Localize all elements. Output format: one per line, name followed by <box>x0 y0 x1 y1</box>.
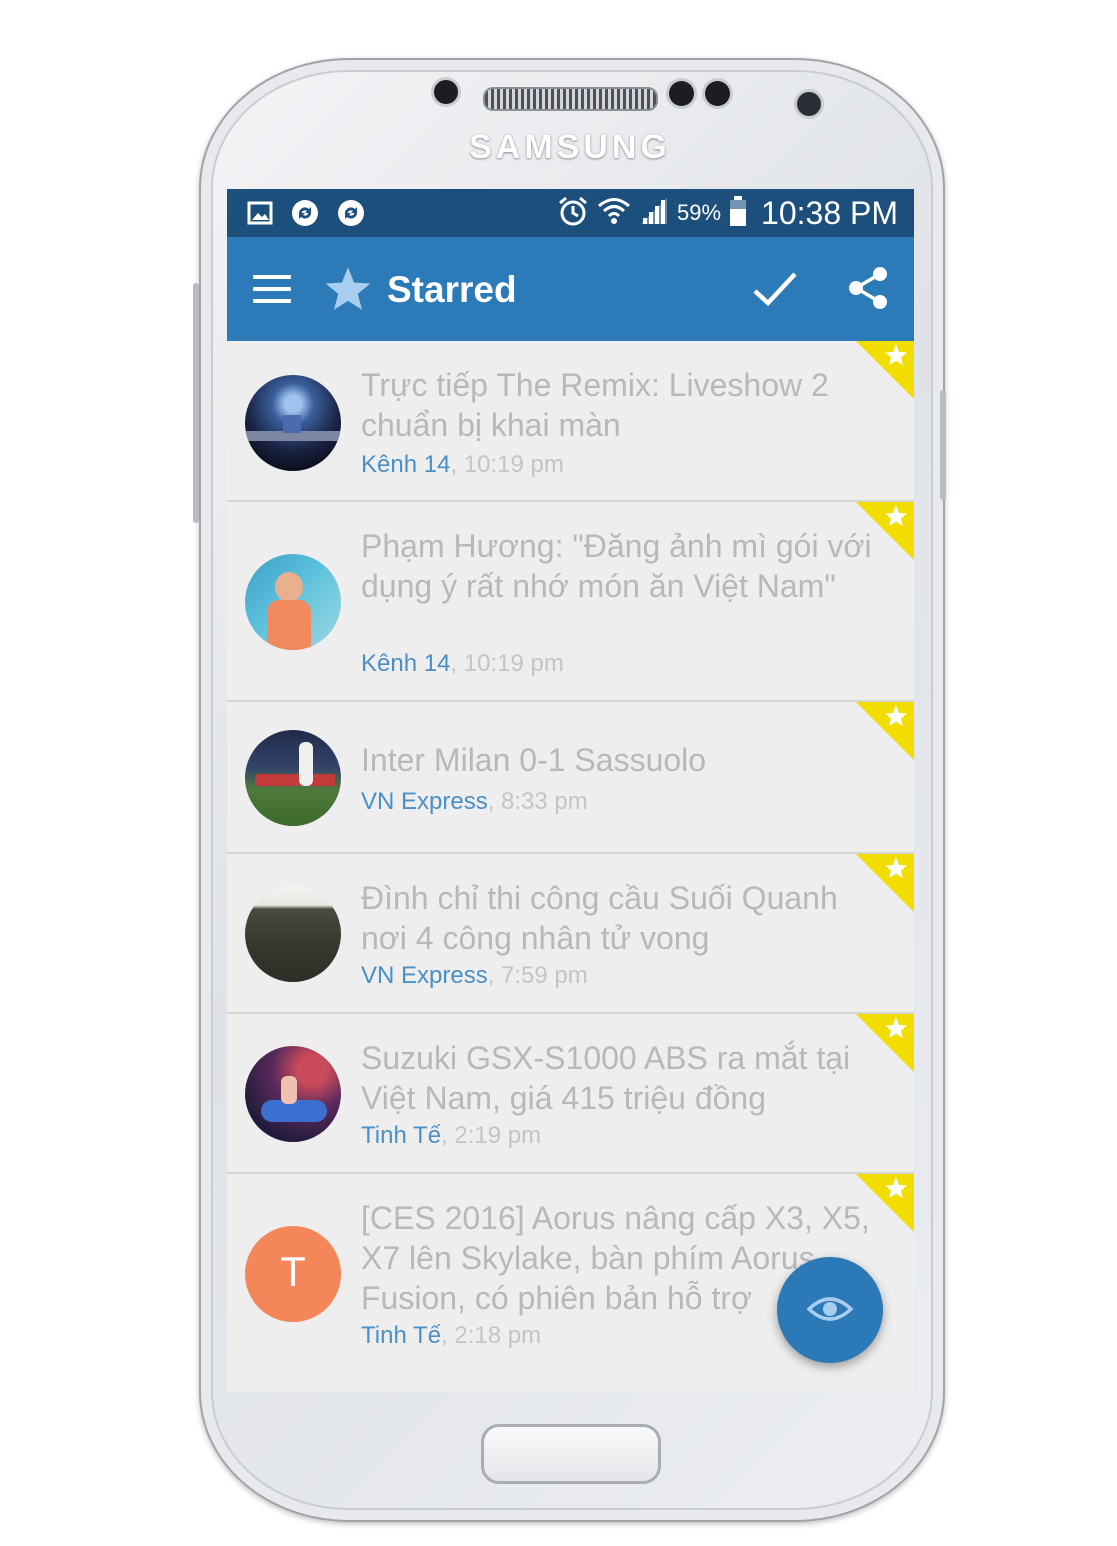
avatar-initial: T <box>280 1248 306 1295</box>
article-thumbnail <box>245 886 341 982</box>
article-title: Suzuki GSX-S1000 ABS ra mắt tại Việt Nam… <box>361 1040 851 1116</box>
article-meta: Kênh 14, 10:19 pm <box>361 650 564 678</box>
list-item[interactable]: Inter Milan 0-1 Sassuolo VN Express, 8:3… <box>227 702 914 854</box>
screen: 59% 10:38 PM Starred Trực tiếp The Remix… <box>227 189 914 1392</box>
article-time: , 2:18 pm <box>441 1322 542 1349</box>
sensor-dot <box>705 81 730 106</box>
home-button[interactable] <box>481 1424 661 1484</box>
signal-icon <box>639 196 669 231</box>
starred-badge-icon <box>856 1014 914 1072</box>
article-meta: Tinh Tế, 2:18 pm <box>361 1322 541 1350</box>
eye-icon <box>807 1297 853 1321</box>
status-clock: 10:38 PM <box>761 194 898 231</box>
check-icon[interactable] <box>751 267 799 311</box>
article-thumbnail <box>245 375 341 471</box>
sync-icon <box>337 199 365 232</box>
article-source: VN Express <box>361 962 488 989</box>
gallery-icon <box>247 201 273 230</box>
starred-badge-icon <box>856 854 914 912</box>
front-camera <box>797 92 821 116</box>
battery-icon <box>729 195 747 232</box>
article-time: , 7:59 pm <box>487 962 588 989</box>
article-title: Đình chỉ thi công cầu Suối Quanh nơi 4 c… <box>361 880 838 956</box>
share-icon[interactable] <box>845 265 891 311</box>
article-meta: Tinh Tế, 2:19 pm <box>361 1122 541 1150</box>
article-title: Inter Milan 0-1 Sassuolo <box>361 742 707 778</box>
volume-key <box>193 283 199 523</box>
article-thumbnail <box>245 554 341 650</box>
menu-icon[interactable] <box>253 275 291 305</box>
article-list: Trực tiếp The Remix: Liveshow 2 chuẩn bị… <box>227 341 914 1384</box>
starred-badge-icon <box>856 1174 914 1232</box>
starred-badge-icon <box>856 502 914 560</box>
starred-badge-icon <box>856 702 914 760</box>
page-title: Starred <box>387 269 517 310</box>
article-source: Tinh Tế <box>361 1122 442 1149</box>
mark-read-button[interactable] <box>777 1257 883 1363</box>
app-bar: Starred <box>227 237 914 341</box>
article-source: Kênh 14 <box>361 650 451 677</box>
starred-badge-icon <box>856 341 914 399</box>
article-time: , 2:19 pm <box>441 1122 542 1149</box>
star-icon <box>325 267 371 310</box>
article-title: Trực tiếp The Remix: Liveshow 2 chuẩn bị… <box>361 367 829 443</box>
article-thumbnail <box>245 730 341 826</box>
alarm-icon <box>557 195 589 232</box>
list-item[interactable]: Suzuki GSX-S1000 ABS ra mắt tại Việt Nam… <box>227 1014 914 1174</box>
status-bar: 59% 10:38 PM <box>227 189 914 237</box>
avatar-letter: T <box>245 1226 341 1322</box>
list-item[interactable]: Trực tiếp The Remix: Liveshow 2 chuẩn bị… <box>227 341 914 502</box>
article-title: Phạm Hương: "Đăng ảnh mì gói với dụng ý … <box>361 528 872 604</box>
sensor-dot <box>669 81 694 106</box>
article-thumbnail <box>245 1046 341 1142</box>
list-item[interactable]: Đình chỉ thi công cầu Suối Quanh nơi 4 c… <box>227 854 914 1014</box>
article-meta: VN Express, 8:33 pm <box>361 788 588 816</box>
brand-logo: SAMSUNG <box>469 128 671 166</box>
battery-percentage: 59% <box>676 200 722 225</box>
list-item[interactable]: Phạm Hương: "Đăng ảnh mì gói với dụng ý … <box>227 502 914 702</box>
article-source: Kênh 14 <box>361 451 451 478</box>
wifi-icon <box>597 195 631 232</box>
sync-icon <box>291 199 319 232</box>
earpiece-speaker <box>483 87 658 111</box>
article-meta: VN Express, 7:59 pm <box>361 962 588 990</box>
article-time: , 10:19 pm <box>450 451 564 478</box>
article-source: VN Express <box>361 788 488 815</box>
article-time: , 8:33 pm <box>487 788 588 815</box>
article-meta: Kênh 14, 10:19 pm <box>361 451 564 479</box>
proximity-sensor <box>434 80 458 104</box>
power-key <box>940 390 946 500</box>
article-source: Tinh Tế <box>361 1322 442 1349</box>
article-time: , 10:19 pm <box>450 650 564 677</box>
